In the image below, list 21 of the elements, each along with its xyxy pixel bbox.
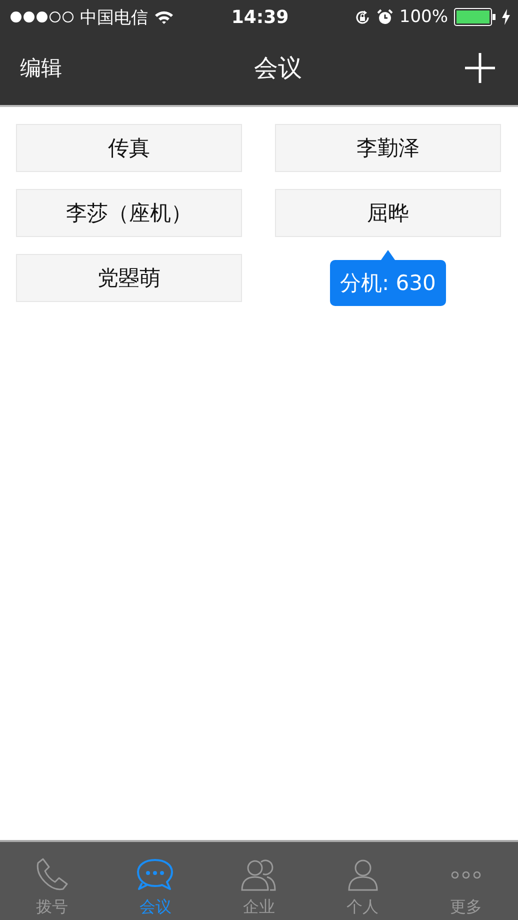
nav-title: 会议 [254,52,302,84]
alarm-icon [377,9,394,25]
battery-percent: 100% [399,7,448,27]
more-icon [451,871,482,879]
group-icon [238,857,279,893]
extension-tooltip: 分机: 630 [330,260,446,306]
signal-icon [10,11,74,23]
contact-button[interactable]: 党曌萌 [16,254,242,302]
contact-button[interactable]: 传真 [16,124,242,172]
rotation-lock-icon [354,8,372,26]
carrier-name: 中国电信 [80,6,148,28]
contact-button[interactable]: 李莎（座机） [16,189,242,237]
contact-button[interactable]: 李勤泽 [275,124,501,172]
chat-icon [135,857,176,893]
edit-button[interactable]: 编辑 [20,54,62,82]
battery-icon [454,8,496,26]
status-time: 14:39 [231,6,289,28]
charging-icon [502,9,510,25]
contact-button[interactable]: 屈晔 [275,189,501,237]
add-icon[interactable] [464,52,496,84]
wifi-icon [154,10,174,24]
